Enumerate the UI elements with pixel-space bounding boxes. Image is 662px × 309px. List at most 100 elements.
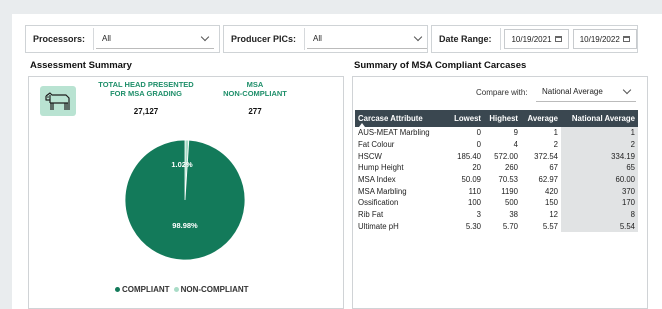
cell-attribute: MSA Index (358, 175, 396, 185)
table-row[interactable]: Fat Colour 0 4 2 2 (355, 138, 638, 151)
calendar-icon[interactable] (622, 36, 630, 42)
cell-value: 9 (513, 128, 518, 138)
cell-national-average: 5.54 (561, 220, 638, 233)
column-header-highest[interactable]: Highest (484, 110, 521, 127)
cell-national-average: 60.00 (561, 173, 638, 186)
cell-value: 12 (549, 210, 558, 220)
cell-national-average: 334.19 (561, 150, 638, 163)
table-row[interactable]: HSCW 185.40 572.00 372.54 334.19 (355, 150, 638, 163)
cell-value: 5.30 (465, 221, 481, 231)
table-row[interactable]: Hump Height 20 260 67 65 (355, 162, 638, 174)
pie-label-compliant: 98.98% (172, 221, 198, 230)
cell-value: 1190 (501, 186, 518, 196)
filter-divider (93, 28, 95, 50)
msa-summary-title: Summary of MSA Compliant Carcases (354, 60, 527, 71)
cell-national-average: 170 (561, 197, 638, 209)
cell-value: 2 (553, 140, 558, 150)
cell-value: 70.53 (498, 175, 518, 185)
column-header-attribute[interactable]: Carcase Attribute (355, 110, 445, 127)
cell-value: 260 (504, 163, 518, 173)
table-header-row: Carcase Attribute Lowest Highest Average… (355, 110, 638, 127)
chevron-down-icon (622, 85, 632, 95)
cell-value: 572.00 (494, 151, 518, 161)
cell-value: 420 (544, 186, 558, 196)
legend-noncompliant-swatch (173, 287, 179, 292)
processors-filter: Processors: All (25, 25, 220, 53)
cell-attribute: Ultimate pH (358, 221, 399, 231)
cell-national-average: 65 (561, 162, 638, 174)
table-row[interactable]: MSA Marbling 110 1190 420 370 (355, 185, 638, 198)
kpi-noncompliant-heading: MSA NON-COMPLIANT (210, 80, 300, 98)
chart-legend: COMPLIANT NON-COMPLIANT (115, 285, 249, 294)
compare-with-label: Compare with: (476, 88, 528, 97)
producer-pics-filter: Producer PICs: All (223, 25, 428, 53)
compare-with-value: National Average (542, 87, 603, 96)
column-header-average[interactable]: Average (521, 110, 561, 127)
cell-value: 67 (549, 163, 558, 173)
cell-attribute: MSA Marbling (358, 186, 407, 196)
legend-compliant-swatch (115, 287, 120, 292)
table-row[interactable]: Ossification 100 500 150 170 (355, 197, 638, 209)
cell-value: 62.97 (538, 175, 558, 185)
assessment-summary-title: Assessment Summary (30, 60, 132, 71)
column-header-national-average[interactable]: National Average (561, 110, 638, 127)
compliance-pie-chart: 1.02% 98.98% (124, 139, 246, 261)
table-row[interactable]: Ultimate pH 5.30 5.70 5.57 5.54 (355, 220, 638, 233)
table-row[interactable]: Rib Fat 3 38 12 8 (355, 208, 638, 221)
cell-value: 150 (544, 198, 558, 208)
cell-national-average: 1 (561, 127, 638, 139)
cow-icon (40, 86, 76, 116)
column-header-attribute-label: Carcase Attribute (358, 114, 423, 123)
cell-attribute: Hump Height (358, 163, 404, 173)
kpi-total-heading: TOTAL HEAD PRESENTED FOR MSA GRADING (87, 80, 205, 98)
cow-icon-graphic (45, 92, 70, 110)
cell-value: 0 (476, 140, 481, 150)
cell-value: 3 (476, 210, 481, 220)
filter-divider (499, 28, 501, 50)
cell-value: 38 (509, 210, 518, 220)
kpi-total-value: 27,127 (133, 107, 159, 116)
cell-attribute: HSCW (358, 151, 382, 161)
cell-value: 50.09 (461, 175, 481, 185)
pie-label-non-compliant: 1.02% (171, 160, 193, 169)
end-date-value: 10/19/2022 (579, 34, 620, 44)
kpi-noncompliant-heading-line1: MSA (246, 80, 264, 89)
column-header-lowest[interactable]: Lowest (445, 110, 484, 127)
cell-attribute: Fat Colour (358, 140, 395, 150)
processors-dropdown[interactable]: All (96, 29, 215, 49)
cell-value: 5.70 (502, 221, 518, 231)
msa-summary-table: Carcase Attribute Lowest Highest Average… (355, 110, 638, 233)
msa-table-body: AUS-MEAT Marbling 0 9 1 1 Fat Colour 0 4 2 2 HSCW 1… (355, 127, 638, 233)
date-range-filter: Date Range: 10/19/2021 10/19/2022 (431, 25, 638, 53)
table-row[interactable]: AUS-MEAT Marbling 0 9 1 1 (355, 127, 638, 139)
date-range-label: Date Range: (439, 34, 492, 44)
cell-national-average: 2 (561, 138, 638, 151)
cell-national-average: 370 (561, 185, 638, 198)
cell-value: 185.40 (457, 151, 481, 161)
sort-ascending-icon (359, 123, 365, 127)
end-date-input[interactable]: 10/19/2022 (572, 29, 637, 49)
cell-value: 5.57 (542, 221, 558, 231)
cell-attribute: AUS-MEAT Marbling (358, 128, 430, 138)
cell-value: 4 (513, 140, 518, 150)
pie-slice-compliant[interactable] (124, 139, 246, 261)
table-row[interactable]: MSA Index 50.09 70.53 62.97 60.00 (355, 173, 638, 186)
kpi-total-heading-line1: TOTAL HEAD PRESENTED (98, 80, 194, 89)
legend-noncompliant-label[interactable]: NON-COMPLIANT (181, 285, 249, 294)
cell-national-average: 8 (561, 208, 638, 221)
cell-value: 20 (472, 163, 481, 173)
legend-compliant-label[interactable]: COMPLIANT (122, 285, 170, 294)
producer-pics-label: Producer PICs: (231, 34, 297, 44)
kpi-noncompliant-heading-line2: NON-COMPLIANT (223, 89, 287, 98)
cell-attribute: Rib Fat (358, 210, 384, 220)
chevron-down-icon (200, 32, 210, 42)
start-date-value: 10/19/2021 (511, 34, 552, 44)
kpi-noncompliant-value: 277 (248, 107, 262, 116)
compare-with-dropdown[interactable]: National Average (536, 82, 636, 102)
start-date-input[interactable]: 10/19/2021 (504, 29, 569, 49)
cell-value: 100 (467, 198, 481, 208)
cell-value: 110 (468, 186, 481, 196)
calendar-icon[interactable] (554, 36, 562, 42)
cell-value: 0 (476, 128, 481, 138)
producer-pics-dropdown[interactable]: All (307, 29, 427, 49)
